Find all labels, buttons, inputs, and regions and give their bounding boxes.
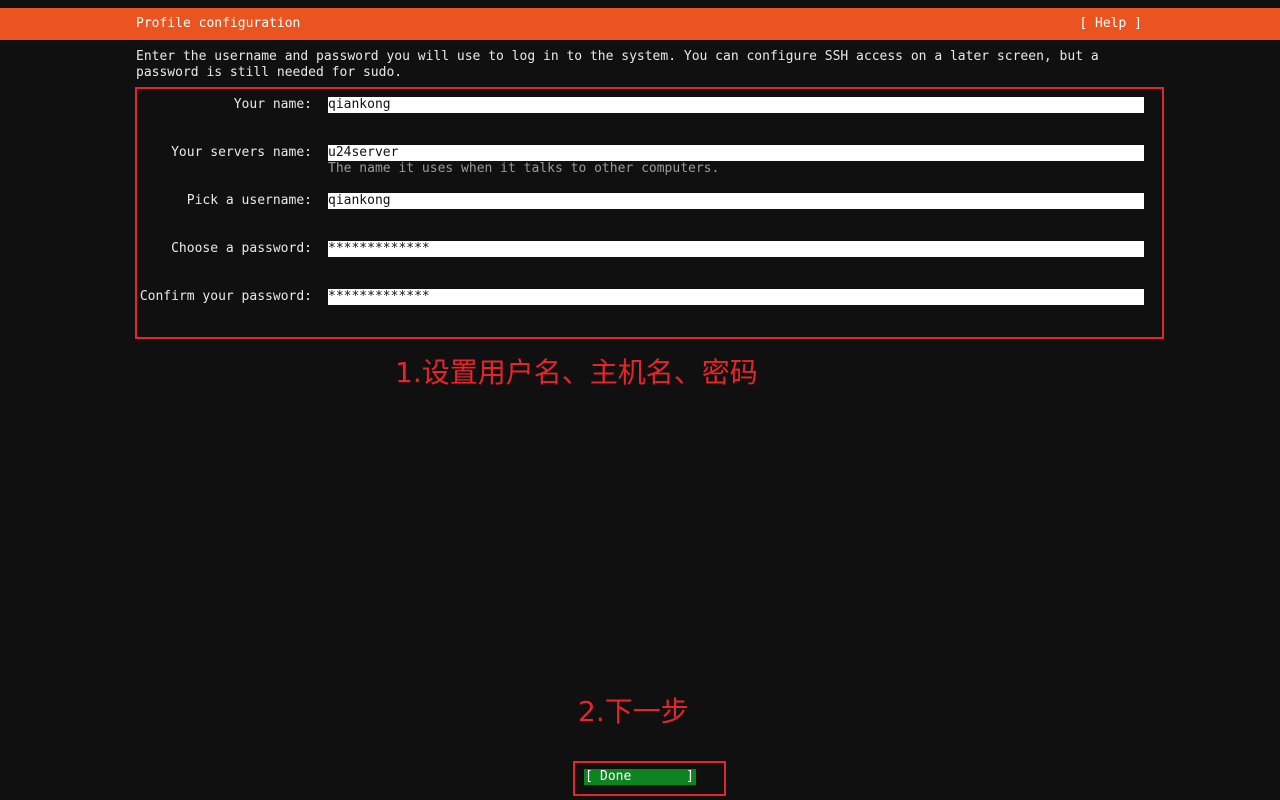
password-label: Choose a password: [171, 241, 312, 256]
server-name-label: Your servers name: [171, 145, 312, 160]
page-title: Profile configuration [136, 16, 301, 31]
username-label: Pick a username: [186, 193, 312, 208]
done-left-bracket: [ [585, 769, 593, 784]
username-input[interactable]: qiankong [328, 193, 1144, 209]
your-name-input[interactable]: qiankong [328, 97, 1144, 113]
password-input[interactable]: ************* [328, 241, 1144, 257]
confirm-password-input[interactable]: ************* [328, 289, 1144, 305]
help-button[interactable]: [ Help ] [1079, 8, 1142, 40]
server-name-input[interactable]: u24server [328, 145, 1144, 161]
done-button[interactable]: [ Done ] [584, 769, 696, 785]
installer-screen: Profile configuration [ Help ] Enter the… [0, 0, 1280, 800]
your-name-label: Your name: [233, 97, 312, 112]
confirm-password-label: Confirm your password: [139, 289, 312, 304]
server-name-hint: The name it uses when it talks to other … [328, 161, 720, 176]
intro-text: Enter the username and password you will… [136, 49, 1099, 80]
done-right-bracket: ] [686, 769, 694, 784]
done-label: Done [600, 769, 632, 784]
annotation-step1: 1.设置用户名、主机名、密码 [395, 356, 758, 389]
annotation-step2: 2.下一步 [578, 695, 689, 728]
header-bar: Profile configuration [ Help ] [0, 8, 1280, 40]
